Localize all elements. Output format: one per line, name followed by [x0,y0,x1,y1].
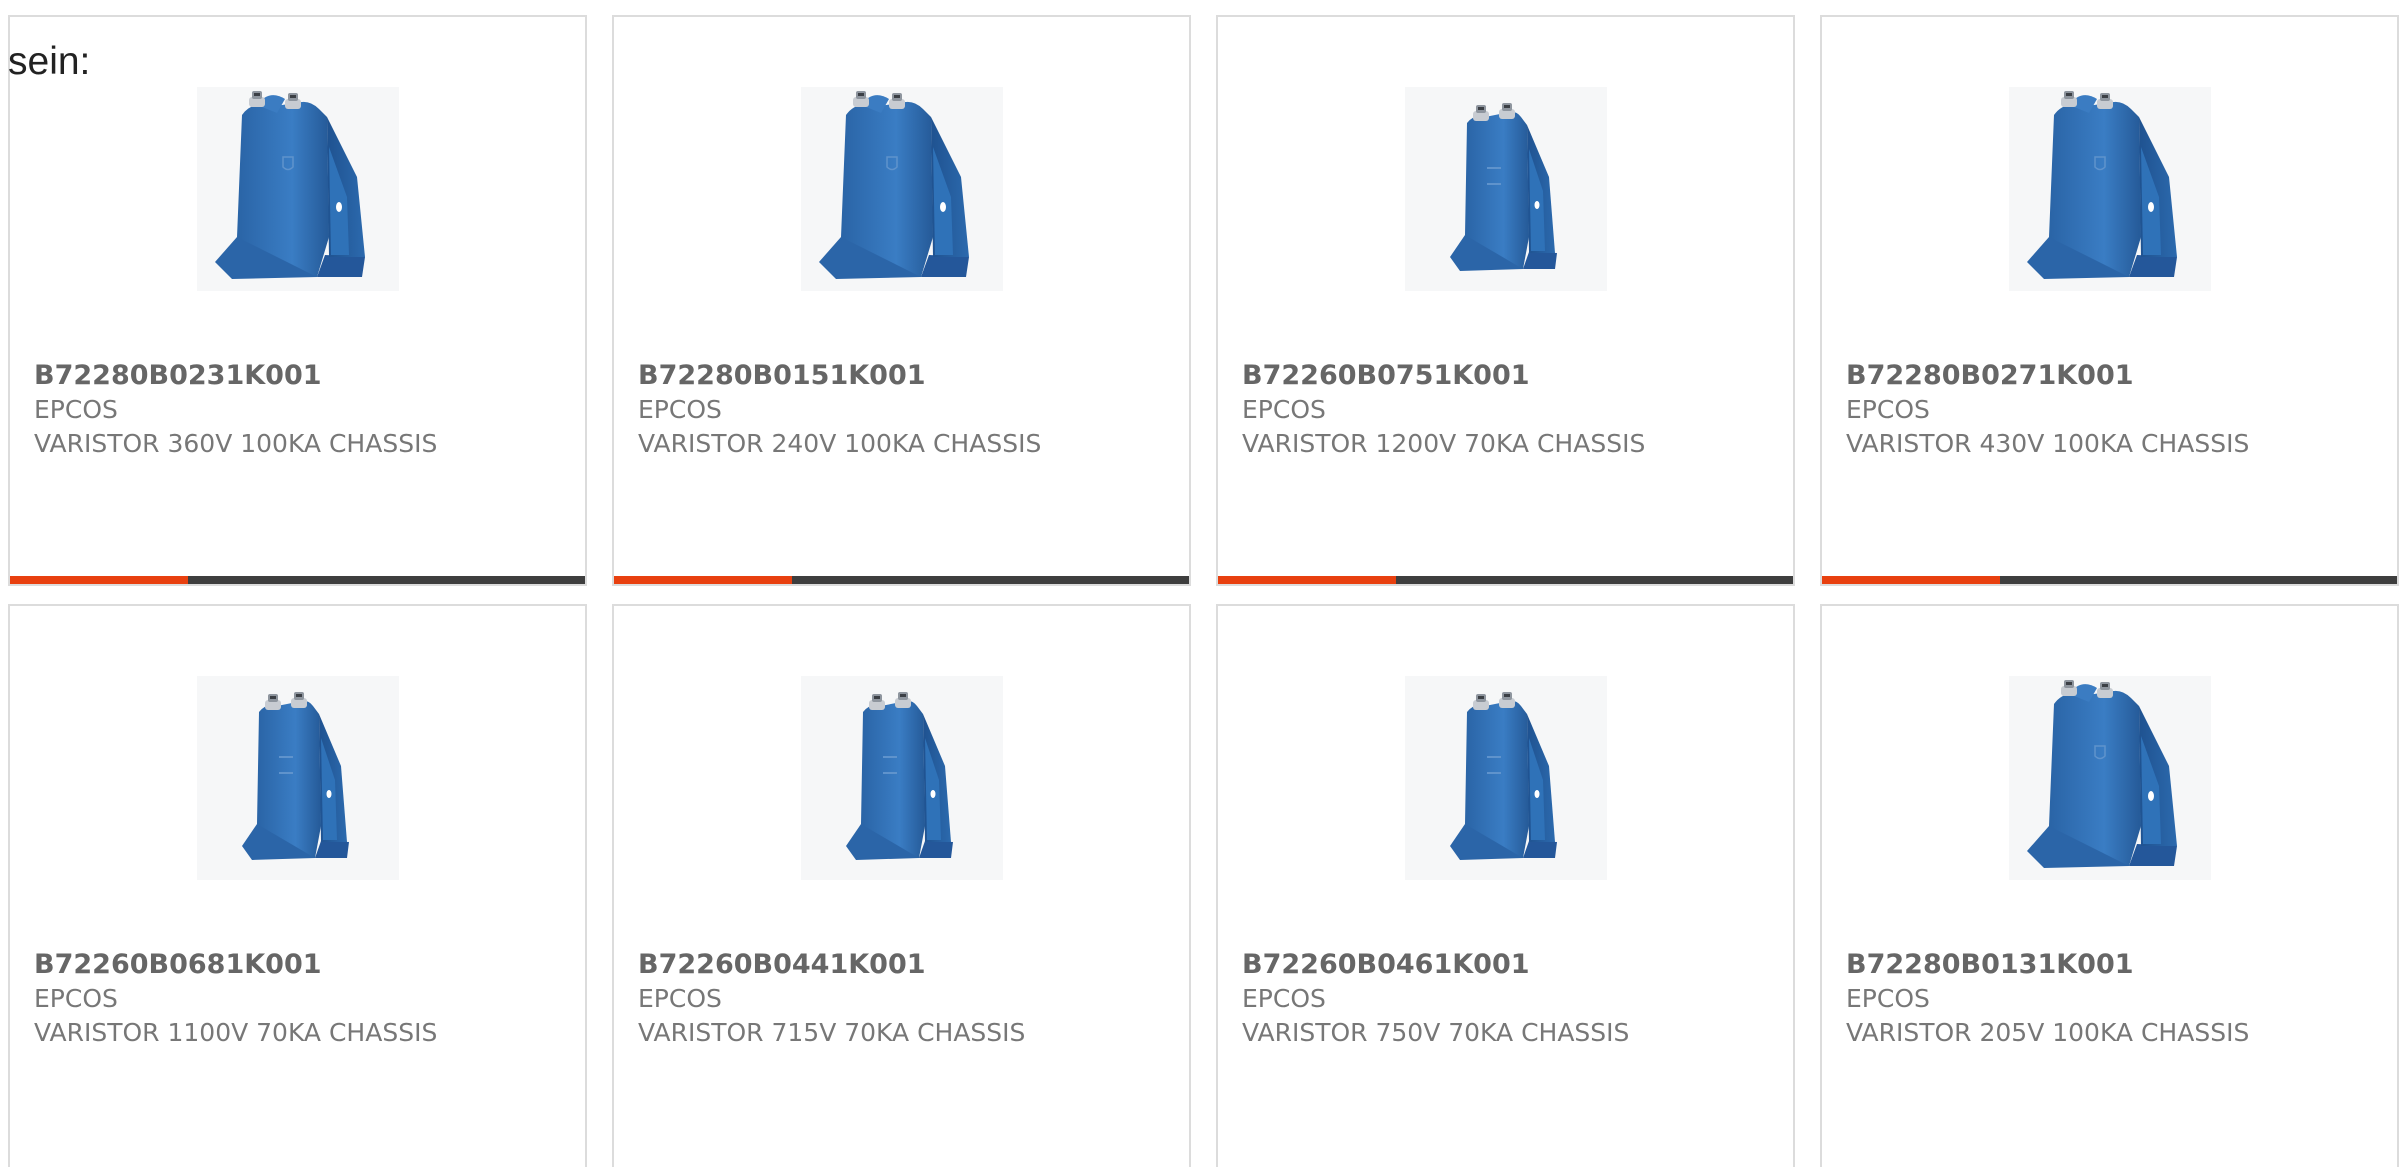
product-description: VARISTOR 360V 100KA CHASSIS [34,429,438,458]
manufacturer-label: EPCOS [34,395,118,424]
card-accent-bar [1218,576,1397,584]
part-number-link[interactable]: B72260B0461K001 [1242,948,1782,982]
part-number-link[interactable]: B72280B0151K001 [638,359,1178,393]
card-bottom-bar [1218,576,1793,584]
manufacturer-label: EPCOS [1846,395,1930,424]
product-card[interactable]: B72260B0441K001 EPCOS VARISTOR 715V 70KA… [612,604,1191,1167]
varistor-product-image[interactable] [197,676,399,880]
manufacturer-label: EPCOS [638,984,722,1013]
product-description: VARISTOR 750V 70KA CHASSIS [1242,1018,1630,1047]
part-number-link[interactable]: B72280B0231K001 [34,359,574,393]
manufacturer-label: EPCOS [638,395,722,424]
product-description: VARISTOR 430V 100KA CHASSIS [1846,429,2250,458]
manufacturer-label: EPCOS [1846,984,1930,1013]
manufacturer-label: EPCOS [1242,984,1326,1013]
part-number-link[interactable]: B72260B0681K001 [34,948,574,982]
product-card[interactable]: B72260B0681K001 EPCOS VARISTOR 1100V 70K… [8,604,587,1167]
intro-text: sein: [8,40,91,83]
product-description: VARISTOR 240V 100KA CHASSIS [638,429,1042,458]
varistor-product-image[interactable] [197,87,399,291]
product-description: VARISTOR 1100V 70KA CHASSIS [34,1018,438,1047]
card-bottom-bar [10,576,585,584]
product-card[interactable]: B72280B0131K001 EPCOS VARISTOR 205V 100K… [1820,604,2399,1167]
varistor-product-image[interactable] [1405,676,1607,880]
card-accent-bar [614,576,793,584]
product-grid: B72280B0231K001 EPCOS VARISTOR 360V 100K… [8,15,2400,1167]
manufacturer-label: EPCOS [1242,395,1326,424]
varistor-product-image[interactable] [2009,676,2211,880]
varistor-product-image[interactable] [801,676,1003,880]
product-description: VARISTOR 205V 100KA CHASSIS [1846,1018,2250,1047]
part-number-link[interactable]: B72280B0131K001 [1846,948,2386,982]
part-number-link[interactable]: B72260B0751K001 [1242,359,1782,393]
varistor-product-image[interactable] [801,87,1003,291]
varistor-product-image[interactable] [2009,87,2211,291]
product-card[interactable]: B72260B0751K001 EPCOS VARISTOR 1200V 70K… [1216,15,1795,586]
part-number-link[interactable]: B72280B0271K001 [1846,359,2386,393]
product-description: VARISTOR 1200V 70KA CHASSIS [1242,429,1646,458]
product-description: VARISTOR 715V 70KA CHASSIS [638,1018,1026,1047]
product-card[interactable]: B72260B0461K001 EPCOS VARISTOR 750V 70KA… [1216,604,1795,1167]
product-card[interactable]: B72280B0271K001 EPCOS VARISTOR 430V 100K… [1820,15,2399,586]
part-number-link[interactable]: B72260B0441K001 [638,948,1178,982]
product-card[interactable]: B72280B0231K001 EPCOS VARISTOR 360V 100K… [8,15,587,586]
card-accent-bar [10,576,189,584]
varistor-product-image[interactable] [1405,87,1607,291]
product-card[interactable]: B72280B0151K001 EPCOS VARISTOR 240V 100K… [612,15,1191,586]
card-accent-bar [1822,576,2001,584]
card-bottom-bar [614,576,1189,584]
card-bottom-bar [1822,576,2397,584]
manufacturer-label: EPCOS [34,984,118,1013]
